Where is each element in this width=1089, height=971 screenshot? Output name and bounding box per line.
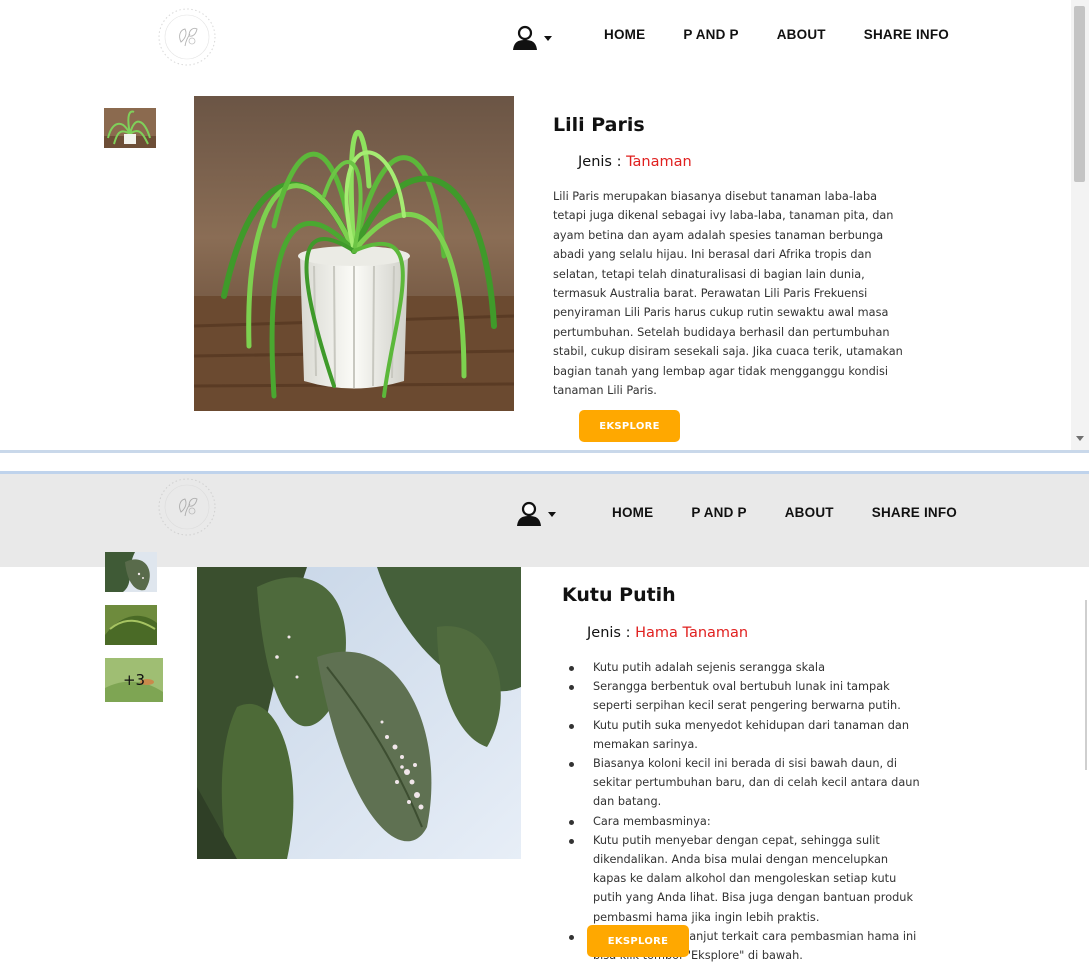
list-item: Kutu putih menyebar dengan cepat, sehing… [565, 831, 921, 927]
floral-logo-icon[interactable] [156, 476, 218, 538]
chevron-down-icon [544, 35, 552, 41]
nav-home[interactable]: HOME [612, 505, 653, 520]
image-lili-paris [194, 96, 514, 411]
nav-about[interactable]: ABOUT [777, 27, 826, 42]
thumbnail-lili-paris[interactable] [104, 108, 156, 148]
list-item: Serangga berbentuk oval bertubuh lunak i… [565, 677, 921, 715]
nav-p-and-p[interactable]: P AND P [683, 27, 738, 42]
navbar: HOME P AND P ABOUT SHARE INFO [0, 474, 1089, 567]
plant-title: Lili Paris [553, 114, 645, 136]
user-menu-dropdown[interactable] [512, 25, 552, 51]
list-item: Kutu putih suka menyedot kehidupan dari … [565, 716, 921, 754]
user-icon [517, 501, 541, 526]
image-kutu-putih [197, 567, 521, 859]
user-menu-dropdown[interactable] [516, 501, 556, 527]
list-item: Kutu putih adalah sejenis serangga skala [565, 658, 921, 677]
thumbnail-kutu-putih-2[interactable] [105, 605, 157, 645]
plant-description: Lili Paris merupakan biasanya disebut ta… [553, 190, 903, 398]
panel-lili-paris: HOME P AND P ABOUT SHARE INFO Lili Paris… [0, 0, 1071, 450]
nav-about[interactable]: ABOUT [785, 505, 834, 520]
type-label: Jenis : [578, 154, 627, 170]
pest-title: Kutu Putih [562, 584, 676, 606]
panel-kutu-putih: HOME P AND P ABOUT SHARE INFO +3 Kutu Pu… [0, 474, 1089, 971]
floral-logo-icon[interactable] [156, 6, 218, 68]
pest-info-list: Kutu putih adalah sejenis serangga skala… [565, 658, 921, 965]
list-item: Biasanya koloni kecil ini berada di sisi… [565, 754, 921, 812]
navbar: HOME P AND P ABOUT SHARE INFO [0, 0, 1071, 70]
scrollbar-thumb[interactable] [1074, 6, 1085, 182]
chevron-down-icon [548, 511, 556, 517]
type-value: Hama Tanaman [635, 625, 749, 641]
pest-type: Jenis : Hama Tanaman [587, 625, 748, 641]
nav-home[interactable]: HOME [604, 27, 645, 42]
spacer [0, 453, 1089, 473]
type-value: Tanaman [626, 154, 692, 170]
window-edge [1085, 600, 1087, 770]
main-menu: HOME P AND P ABOUT SHARE INFO [612, 505, 957, 520]
eksplore-button[interactable]: EKSPLORE [579, 410, 680, 442]
nav-p-and-p[interactable]: P AND P [691, 505, 746, 520]
user-icon [513, 25, 537, 50]
more-images-badge: +3 [122, 671, 146, 689]
thumbnail-kutu-putih-1[interactable] [105, 552, 157, 592]
vertical-scrollbar[interactable] [1071, 0, 1089, 450]
nav-share-info[interactable]: SHARE INFO [864, 27, 949, 42]
type-label: Jenis : [587, 625, 636, 641]
nav-share-info[interactable]: SHARE INFO [872, 505, 957, 520]
thumbnail-more[interactable]: +3 [105, 658, 163, 702]
plant-type: Jenis : Tanaman [578, 154, 692, 170]
scroll-down-arrow-icon[interactable] [1076, 436, 1084, 441]
main-menu: HOME P AND P ABOUT SHARE INFO [604, 27, 949, 42]
list-item: Cara membasminya: [565, 812, 921, 831]
eksplore-button[interactable]: EKSPLORE [587, 925, 689, 957]
